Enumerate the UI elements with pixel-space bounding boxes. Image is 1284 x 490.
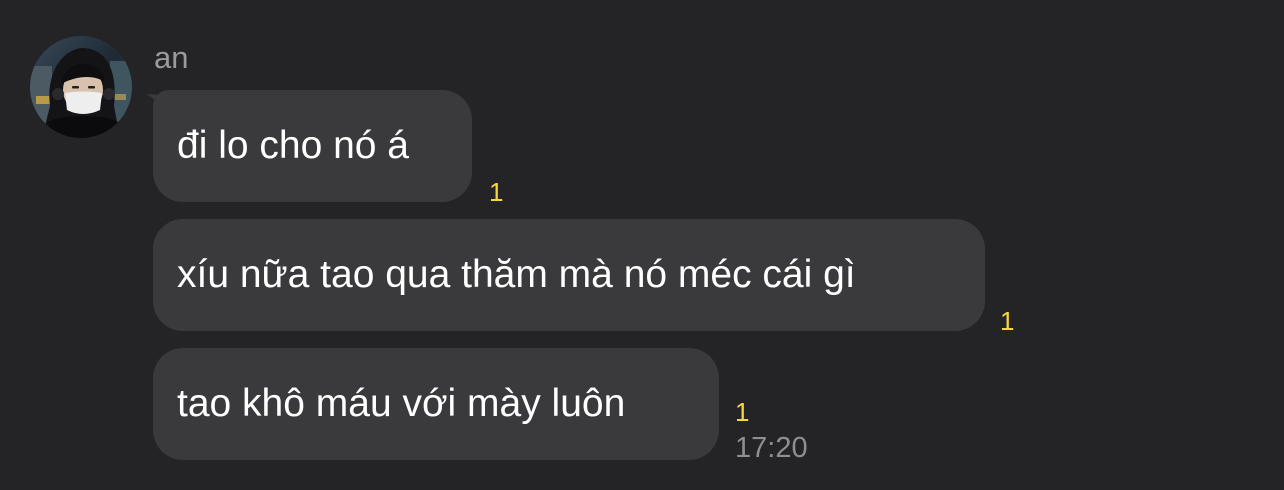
message-timestamp: 17:20: [735, 432, 808, 464]
message-bubble[interactable]: tao khô máu với mày luôn: [153, 348, 719, 460]
unread-count: 1: [1000, 306, 1015, 336]
message-text: xíu nữa tao qua thăm mà nó méc cái gì: [177, 253, 856, 296]
chat-message-group: an đi lo cho nó á 1 xíu nữa tao qua thăm…: [0, 0, 1284, 490]
unread-count: 1: [735, 397, 750, 427]
user-avatar[interactable]: [30, 36, 132, 138]
avatar-photo-icon: [30, 36, 132, 138]
message-text: tao khô máu với mày luôn: [177, 382, 626, 425]
message-text: đi lo cho nó á: [177, 124, 410, 167]
sender-name: an: [154, 40, 189, 75]
unread-count: 1: [489, 177, 504, 207]
message-bubble[interactable]: xíu nữa tao qua thăm mà nó méc cái gì: [153, 219, 985, 331]
message-bubble[interactable]: đi lo cho nó á: [153, 90, 472, 202]
